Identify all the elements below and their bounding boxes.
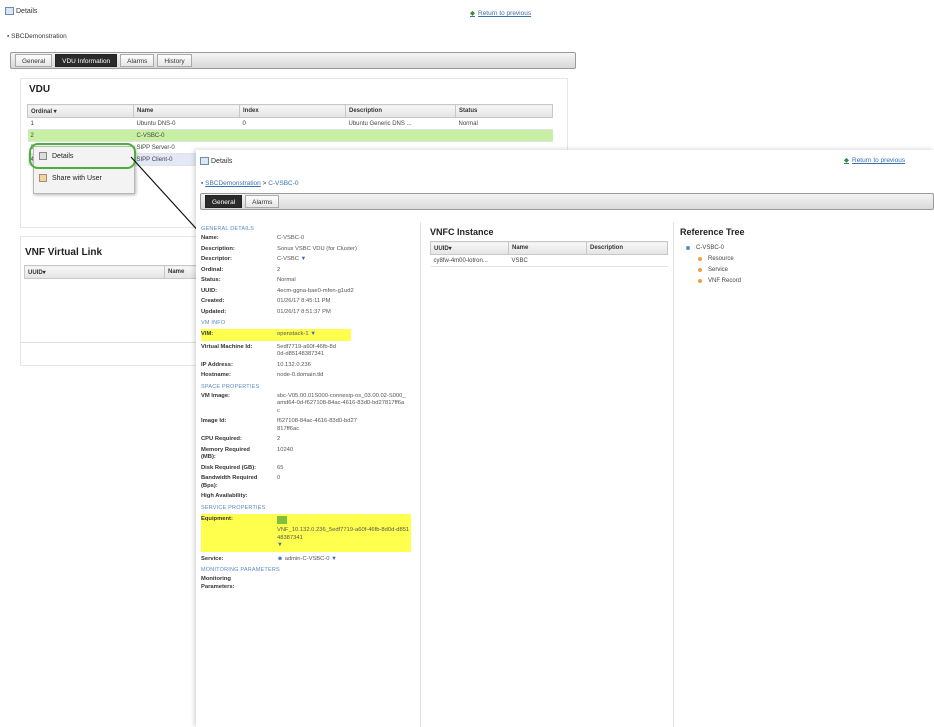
field-ip-address: IP Address: 10.132.0.236 (201, 361, 311, 368)
field-vm-image: VM Image: sbc-V05.00.01S000-connexip-os_0… (201, 392, 406, 414)
field-service: Service: ☻ admin-C-VSBC-0 ▼ (201, 555, 337, 562)
tree-node-icon (698, 278, 702, 283)
field-image-id: Image Id: f627108-84ac-4616-83d0-bd27817f… (201, 418, 357, 432)
field-vm-id: Virtual Machine Id: 5edf7719-a60f-46fb-8d… (201, 343, 336, 358)
details-column: GENERAL DETAILS Name: C-VSBC-0 Descriptio… (201, 222, 421, 727)
breadcrumb-bullet-icon: ▪ (201, 180, 204, 187)
tree-item-resource[interactable]: Resource (686, 253, 886, 264)
tree-node-icon (698, 256, 702, 261)
link-arrow-icon[interactable]: ▼ (310, 331, 316, 337)
field-high-availability: High Availability: (201, 493, 248, 499)
vnfc-instance-panel: VNFC Instance UUID▾ Name Description cy8… (428, 222, 674, 727)
front-return-link[interactable]: ◆ Return to previous (844, 156, 905, 164)
vm-info-heading: VM INFO (201, 320, 226, 326)
field-disk: Disk Required (GB): 65 (201, 464, 284, 471)
col-description[interactable]: Description (586, 241, 668, 255)
monitoring-heading: MONITORING PARAMETERS (201, 567, 280, 573)
tree-root[interactable]: C-VSBC-0 (686, 242, 886, 253)
user-icon: ☻ (277, 555, 284, 562)
table-row[interactable]: cy8fw-4m00-lotron... VSBC (430, 254, 668, 267)
service-properties-heading: SERVICE PROPERTIES (201, 504, 266, 511)
field-descriptor: Descriptor: C-VSBC ▼ (201, 256, 307, 262)
link-arrow-icon[interactable]: ▼ (277, 542, 283, 548)
breadcrumb-link[interactable]: SBCDemonstration (205, 180, 261, 187)
field-equipment: Equipment: VNF_10.132.0.236_5edf7719-a60f… (201, 513, 411, 552)
reference-tree-panel: Reference Tree C-VSBC-0 Resource Service… (678, 222, 928, 422)
tab-general[interactable]: General (205, 195, 243, 208)
field-bandwidth: Bandwidth Required (Bps): 0 (201, 475, 281, 489)
details-header-icon (200, 157, 209, 165)
field-cpu: CPU Required: 2 (201, 436, 281, 442)
general-details-heading: GENERAL DETAILS (201, 226, 255, 232)
tree: C-VSBC-0 Resource Service VNF Record (686, 242, 886, 286)
reference-tree-title: Reference Tree (680, 227, 745, 237)
field-name: Name: C-VSBC-0 (201, 235, 305, 241)
link-arrow-icon[interactable]: ▼ (301, 256, 307, 262)
vnfc-table: UUID▾ Name Description cy8fw-4m00-lotron… (430, 241, 668, 267)
field-ordinal: Ordinal: 2 (201, 266, 281, 273)
vnfc-instance-title: VNFC Instance (430, 227, 494, 237)
field-uuid: UUID: 4ecm-ggna-bae0-mfen-g1ud2 (201, 287, 354, 294)
col-name[interactable]: Name (508, 241, 587, 255)
tree-node-icon (698, 267, 702, 272)
field-monitoring: Monitoring Parameters: (201, 576, 235, 590)
front-window-title: Details (200, 157, 232, 165)
space-properties-heading: SPACE PROPERTIES (201, 383, 260, 390)
tree-item-vnf-record[interactable]: VNF Record (686, 275, 886, 286)
field-created: Created: 01/26/17 8:45:11 PM (201, 298, 331, 304)
field-status: Status: Normal (201, 277, 296, 283)
tree-node-icon (686, 245, 690, 250)
front-window: Details ◆ Return to previous ▪ SBCDemonst… (196, 150, 934, 727)
vnfc-table-wrap: UUID▾ Name Description cy8fw-4m00-lotron… (430, 241, 668, 267)
equipment-icon (277, 515, 287, 524)
field-hostname: Hostname: node-0.domain.tld (201, 372, 324, 378)
tab-alarms[interactable]: Alarms (245, 195, 280, 208)
col-uuid[interactable]: UUID▾ (430, 241, 509, 255)
field-description: Description: Sonus VSBC VDU (for Cluster) (201, 245, 357, 252)
front-tabbar: General Alarms (200, 193, 934, 210)
field-updated: Updated: 01/26/17 8:51:37 PM (201, 308, 331, 315)
front-breadcrumb: ▪ SBCDemonstration > C-VSBC-0 (201, 180, 299, 187)
field-vim: VIM: openstack-1 ▼ (201, 329, 351, 341)
link-arrow-icon[interactable]: ▼ (331, 556, 337, 562)
breadcrumb-current[interactable]: C-VSBC-0 (268, 180, 298, 187)
field-memory: Memory Required (MB): 10240 (201, 446, 294, 461)
tree-item-service[interactable]: Service (686, 264, 886, 275)
return-arrow-icon: ◆ (844, 157, 849, 164)
